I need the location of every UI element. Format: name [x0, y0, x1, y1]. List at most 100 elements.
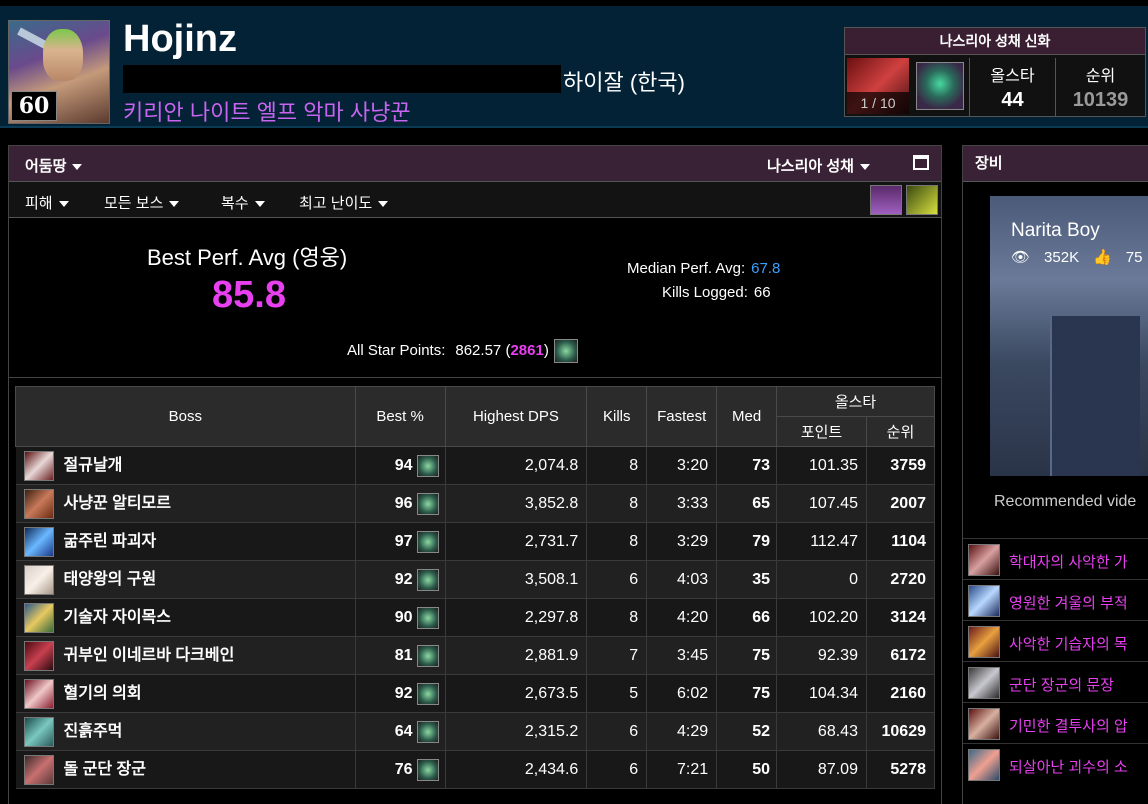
- boss-name: 굶주린 파괴자: [63, 532, 157, 550]
- difficulty-dropdown[interactable]: 최고 난이도: [299, 192, 389, 213]
- boss-icon: [23, 716, 54, 747]
- raid-dropdown[interactable]: 나스리아 성채: [767, 155, 870, 176]
- highest-dps: 2,673.5: [445, 674, 588, 713]
- col-best[interactable]: Best %: [354, 386, 446, 447]
- kill-count: 8: [586, 598, 648, 637]
- table-row[interactable]: 진흙주먹 64 2,315.2 6 4:29 52 68.43 10629: [15, 712, 936, 751]
- metric-dropdown[interactable]: 피해: [25, 192, 69, 213]
- table-row[interactable]: 귀부인 이네르바 다크베인 81 2,881.9 7 3:45 75 92.39 6172: [15, 636, 936, 675]
- allstar-points: 92.39: [776, 636, 867, 675]
- video-ad[interactable]: Narita Boy 👁 352K 👍 75: [990, 196, 1148, 476]
- col-dps[interactable]: Highest DPS: [444, 386, 588, 447]
- col-med[interactable]: Med: [716, 386, 778, 447]
- raid-image[interactable]: 1 / 10: [847, 58, 909, 114]
- col-fastest[interactable]: Fastest: [646, 386, 718, 447]
- spec-icon[interactable]: [416, 720, 439, 743]
- allstar-points: 104.34: [776, 674, 867, 713]
- key-icon[interactable]: [906, 185, 938, 215]
- boss-icon: [23, 526, 54, 557]
- video-title: Narita Boy: [1011, 220, 1100, 241]
- all-star-points: All Star Points: 862.57 (2861): [347, 339, 578, 363]
- gear-item-name: 군단 장군의 문장: [1009, 677, 1114, 694]
- allstar-rank: 2720: [866, 560, 936, 599]
- highest-dps: 2,881.9: [445, 636, 588, 675]
- table-row[interactable]: 절규날개 94 2,074.8 8 3:20 73 101.35 3759: [15, 446, 936, 485]
- highest-dps: 2,434.6: [445, 750, 588, 789]
- allstar-points: 112.47: [776, 522, 867, 561]
- kill-count: 8: [586, 446, 648, 485]
- gear-item[interactable]: 영원한 겨울의 부적: [963, 579, 1148, 620]
- kill-count: 6: [586, 560, 648, 599]
- median-percent: 75: [716, 674, 778, 713]
- fastest-kill: 4:20: [646, 598, 718, 637]
- allstar-points: 107.45: [776, 484, 867, 523]
- table-row[interactable]: 혈기의 의회 92 2,673.5 5 6:02 75 104.34 2160: [15, 674, 936, 713]
- fastest-kill: 4:29: [646, 712, 718, 751]
- col-boss[interactable]: Boss: [15, 386, 356, 447]
- spec-icon[interactable]: [416, 682, 439, 705]
- item-icon: [968, 585, 1000, 617]
- allstar-points: 87.09: [776, 750, 867, 789]
- fastest-kill: 6:02: [646, 674, 718, 713]
- kill-count: 6: [586, 750, 648, 789]
- gear-item[interactable]: 사악한 기습자의 목: [963, 620, 1148, 661]
- gear-item-name: 학대자의 사악한 가: [1009, 554, 1128, 571]
- spec-icon[interactable]: [416, 758, 439, 781]
- spec-icon[interactable]: [416, 492, 439, 515]
- spec-icon[interactable]: [416, 530, 439, 553]
- fastest-kill: 4:03: [646, 560, 718, 599]
- table-row[interactable]: 굶주린 파괴자 97 2,731.7 8 3:29 79 112.47 1104: [15, 522, 936, 561]
- kill-count: 8: [586, 522, 648, 561]
- allstar-rank: 2160: [866, 674, 936, 713]
- boss-icon: [23, 488, 54, 519]
- spec-icon[interactable]: [416, 454, 439, 477]
- mode-dropdown[interactable]: 복수: [221, 192, 265, 213]
- maximize-icon[interactable]: [913, 155, 929, 170]
- gear-item[interactable]: 되살아난 괴수의 소: [963, 743, 1148, 784]
- rankings-panel: 어둠땅 나스리아 성채 피해 모든 보스 복수 최고 난이도 Best Perf…: [8, 145, 942, 804]
- raid-rank: 순위 10139: [1055, 58, 1145, 116]
- character-portrait[interactable]: 60: [8, 20, 110, 124]
- allstar-rank: 6172: [866, 636, 936, 675]
- table-row[interactable]: 사냥꾼 알티모르 96 3,852.8 8 3:33 65 107.45 2007: [15, 484, 936, 523]
- table-row[interactable]: 기술자 자이목스 90 2,297.8 8 4:20 66 102.20 3124: [15, 598, 936, 637]
- highest-dps: 3,508.1: [445, 560, 588, 599]
- gear-list: 학대자의 사악한 가영원한 겨울의 부적사악한 기습자의 목군단 장군의 문장기…: [963, 538, 1148, 784]
- best-percent: 81: [394, 646, 413, 664]
- item-icon: [968, 626, 1000, 658]
- gear-item[interactable]: 군단 장군의 문장: [963, 661, 1148, 702]
- gear-item[interactable]: 기민한 결투사의 압: [963, 702, 1148, 743]
- col-kills[interactable]: Kills: [586, 386, 648, 447]
- chevron-down-icon: [58, 201, 69, 208]
- table-row[interactable]: 돌 군단 장군 76 2,434.6 6 7:21 50 87.09 5278: [15, 750, 936, 789]
- boss-icon: [23, 640, 54, 671]
- boss-name: 태양왕의 구원: [63, 570, 157, 588]
- col-points[interactable]: 포인트: [776, 416, 867, 447]
- gear-item[interactable]: 학대자의 사악한 가: [963, 538, 1148, 579]
- boss-icon: [23, 450, 54, 481]
- col-rank[interactable]: 순위: [865, 416, 936, 447]
- chevron-down-icon: [254, 201, 265, 208]
- spec-icon[interactable]: [416, 606, 439, 629]
- spec-icon[interactable]: [416, 644, 439, 667]
- spec-icon[interactable]: [416, 568, 439, 591]
- boss-name: 귀부인 이네르바 다크베인: [63, 646, 235, 664]
- table-row[interactable]: 태양왕의 구원 92 3,508.1 6 4:03 35 0 2720: [15, 560, 936, 599]
- chevron-down-icon: [378, 201, 389, 208]
- kill-count: 5: [586, 674, 648, 713]
- boss-icon: [23, 754, 54, 785]
- fastest-kill: 3:33: [646, 484, 718, 523]
- gear-panel: 장비 Narita Boy 👁 352K 👍 75 Recommended vide …: [962, 145, 1148, 804]
- raid-rank-label: 순위: [1085, 68, 1116, 85]
- group-icon[interactable]: [870, 185, 902, 215]
- realm-name[interactable]: 하이잘 (한국): [563, 65, 685, 97]
- best-percent: 92: [394, 570, 413, 588]
- gear-item-name: 영원한 겨울의 부적: [1009, 595, 1128, 612]
- boss-dropdown[interactable]: 모든 보스: [104, 192, 180, 213]
- zone-dropdown[interactable]: 어둠땅: [25, 155, 83, 176]
- gear-item-name: 기민한 결투사의 압: [1009, 718, 1128, 735]
- median-perf: Median Perf. Avg: 67.8: [627, 260, 781, 277]
- kills-logged: Kills Logged: 66: [662, 284, 771, 301]
- median-percent: 52: [716, 712, 778, 751]
- raid-summary-box: 나스리아 성채 신화 1 / 10 올스타 44 순위 10139: [844, 27, 1146, 117]
